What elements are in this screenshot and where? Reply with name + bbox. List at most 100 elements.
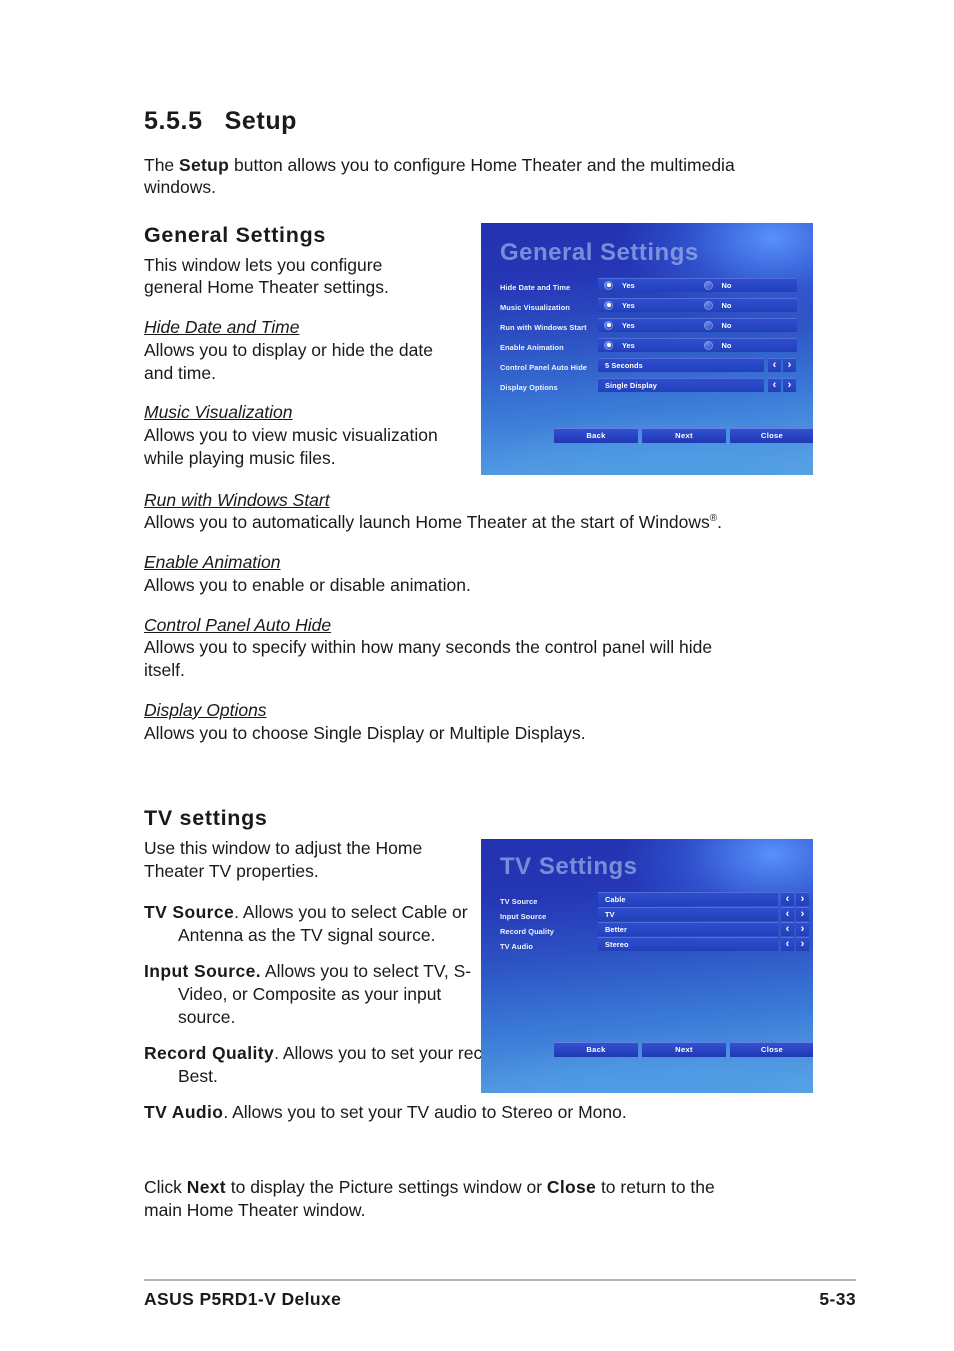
- back-button[interactable]: Back: [554, 1042, 638, 1057]
- term-control-panel-auto-hide: Control Panel Auto Hide: [144, 614, 332, 635]
- tv-settings-heading: TV settings: [144, 806, 268, 831]
- chevron-right-icon[interactable]: ›: [796, 892, 809, 906]
- row-input-source: Input Source: [500, 909, 546, 923]
- chevron-left-icon[interactable]: ‹: [781, 922, 794, 936]
- close-button[interactable]: Close: [730, 1042, 813, 1057]
- row-display-options: Display Options: [500, 380, 558, 394]
- footer-product-name: ASUS P5RD1-V Deluxe: [144, 1289, 342, 1309]
- section-title: Setup: [224, 107, 298, 135]
- select-field-control-panel-auto-hide[interactable]: 5 Seconds: [598, 358, 764, 372]
- radio-option-enable-animation-no[interactable]: No: [698, 338, 798, 352]
- term-block-control-panel-auto-hide: Control Panel Auto Hide Allows you to sp…: [144, 614, 744, 682]
- chevron-left-icon[interactable]: ‹: [781, 937, 794, 951]
- general-settings-intro: This window lets you configure general H…: [144, 254, 389, 298]
- select-field-record-quality[interactable]: Better: [598, 922, 778, 936]
- tv-settings-button-bar: Back Next Close: [554, 1042, 813, 1057]
- chevron-left-icon[interactable]: ‹: [768, 378, 781, 392]
- chevron-right-icon[interactable]: ›: [783, 378, 796, 392]
- closing-pre: Click: [144, 1177, 187, 1198]
- intro-post: button allows you to configure Home Thea…: [144, 154, 735, 198]
- next-button[interactable]: Next: [642, 428, 726, 443]
- term-hide-date-and-time: Hide Date and Time: [144, 317, 300, 338]
- footer-page-number: 5-33: [819, 1289, 856, 1309]
- label-enable-animation: Enable Animation: [500, 342, 564, 352]
- radio-icon-unselected[interactable]: [703, 340, 713, 350]
- stepper-tv-audio: ‹ ›: [781, 937, 809, 951]
- general-settings-window-title: General Settings: [500, 239, 699, 266]
- term-block-run-with-windows-start: Run with Windows Start Allows you to aut…: [144, 489, 744, 535]
- value-display-options: Single Display: [605, 380, 657, 390]
- chevron-right-icon[interactable]: ›: [796, 922, 809, 936]
- def-term-tv-audio: TV Audio: [144, 1101, 224, 1122]
- row-music-visualization: Music Visualization: [500, 300, 570, 314]
- term-block-display-options: Display Options Allows you to choose Sin…: [144, 699, 744, 745]
- radio-option-hide-date-no[interactable]: No: [698, 278, 798, 292]
- setup-bold: Setup: [179, 154, 230, 175]
- general-settings-screenshot: General Settings Hide Date and Time Yes …: [481, 223, 813, 475]
- label-tv-source: TV Source: [500, 896, 538, 906]
- stepper-tv-source: ‹ ›: [781, 892, 809, 906]
- term-block-hide-date-and-time: Hide Date and Time Allows you to display…: [144, 316, 444, 384]
- term-display-options: Display Options: [144, 699, 267, 720]
- chevron-right-icon[interactable]: ›: [796, 907, 809, 921]
- term-block-music-visualization: Music Visualization Allows you to view m…: [144, 401, 444, 469]
- row-control-panel-auto-hide: Control Panel Auto Hide: [500, 360, 587, 374]
- select-field-input-source[interactable]: TV: [598, 907, 778, 921]
- term-music-visualization: Music Visualization: [144, 402, 293, 423]
- def-term-tv-source: TV Source: [144, 901, 235, 922]
- def-term-record-quality: Record Quality: [144, 1042, 275, 1063]
- def-item-input-source: Input Source. Allows you to select TV, S…: [144, 960, 488, 1030]
- desc-enable-animation: Allows you to enable or disable animatio…: [144, 574, 471, 595]
- radio-icon-unselected[interactable]: [703, 320, 713, 330]
- chevron-right-icon[interactable]: ›: [796, 937, 809, 951]
- radio-icon-selected[interactable]: [604, 340, 613, 350]
- radio-option-run-windows-no[interactable]: No: [698, 318, 798, 332]
- select-field-tv-audio[interactable]: Stereo: [598, 937, 778, 951]
- value-record-quality: Better: [605, 924, 627, 934]
- radio-icon-selected[interactable]: [604, 300, 613, 310]
- label-tv-audio: TV Audio: [500, 941, 533, 951]
- radio-icon-selected[interactable]: [604, 280, 613, 290]
- value-input-source: TV: [605, 909, 615, 919]
- value-control-panel-auto-hide: 5 Seconds: [605, 360, 643, 370]
- term-run-with-windows-start: Run with Windows Start: [144, 489, 330, 510]
- radio-option-run-windows-yes[interactable]: Yes: [598, 318, 698, 332]
- def-sep-record-quality: .: [274, 1042, 283, 1063]
- value-tv-audio: Stereo: [605, 939, 629, 949]
- desc-hide-date-and-time: Allows you to display or hide the date a…: [144, 339, 433, 383]
- radio-field-enable-animation: Yes No: [598, 338, 797, 352]
- radio-label-yes: Yes: [622, 300, 635, 310]
- stepper-control-panel-auto-hide: ‹ ›: [768, 358, 796, 372]
- stepper-record-quality: ‹ ›: [781, 922, 809, 936]
- radio-option-enable-animation-yes[interactable]: Yes: [598, 338, 698, 352]
- radio-icon-unselected[interactable]: [703, 300, 713, 310]
- label-run-with-windows-start: Run with Windows Start: [500, 322, 587, 332]
- select-field-display-options[interactable]: Single Display: [598, 378, 764, 392]
- radio-icon-unselected[interactable]: [703, 280, 713, 290]
- radio-label-no: No: [721, 280, 732, 290]
- radio-option-music-visualization-no[interactable]: No: [698, 298, 798, 312]
- chevron-left-icon[interactable]: ‹: [768, 358, 781, 372]
- radio-label-yes: Yes: [622, 280, 635, 290]
- chevron-right-icon[interactable]: ›: [783, 358, 796, 372]
- desc-display-options: Allows you to choose Single Display or M…: [144, 722, 586, 743]
- desc-music-visualization: Allows you to view music visualization w…: [144, 425, 438, 468]
- radio-option-hide-date-yes[interactable]: Yes: [598, 278, 698, 292]
- back-button[interactable]: Back: [554, 428, 638, 443]
- radio-icon-selected[interactable]: [604, 320, 613, 330]
- radio-option-music-visualization-yes[interactable]: Yes: [598, 298, 698, 312]
- radio-label-no: No: [721, 300, 732, 310]
- tv-settings-screenshot: TV Settings TV Source Cable ‹ › Input So…: [481, 839, 813, 1093]
- row-run-with-windows-start: Run with Windows Start: [500, 320, 587, 334]
- row-enable-animation: Enable Animation: [500, 340, 564, 354]
- row-tv-audio: TV Audio: [500, 939, 533, 953]
- close-button[interactable]: Close: [730, 428, 813, 443]
- row-tv-source: TV Source: [500, 894, 537, 908]
- select-field-tv-source[interactable]: Cable: [598, 892, 778, 906]
- chevron-left-icon[interactable]: ‹: [781, 892, 794, 906]
- value-tv-source: Cable: [605, 894, 626, 904]
- chevron-left-icon[interactable]: ‹: [781, 907, 794, 921]
- label-hide-date-and-time: Hide Date and Time: [500, 282, 571, 292]
- next-button[interactable]: Next: [642, 1042, 726, 1057]
- desc-run-post: .: [717, 512, 723, 533]
